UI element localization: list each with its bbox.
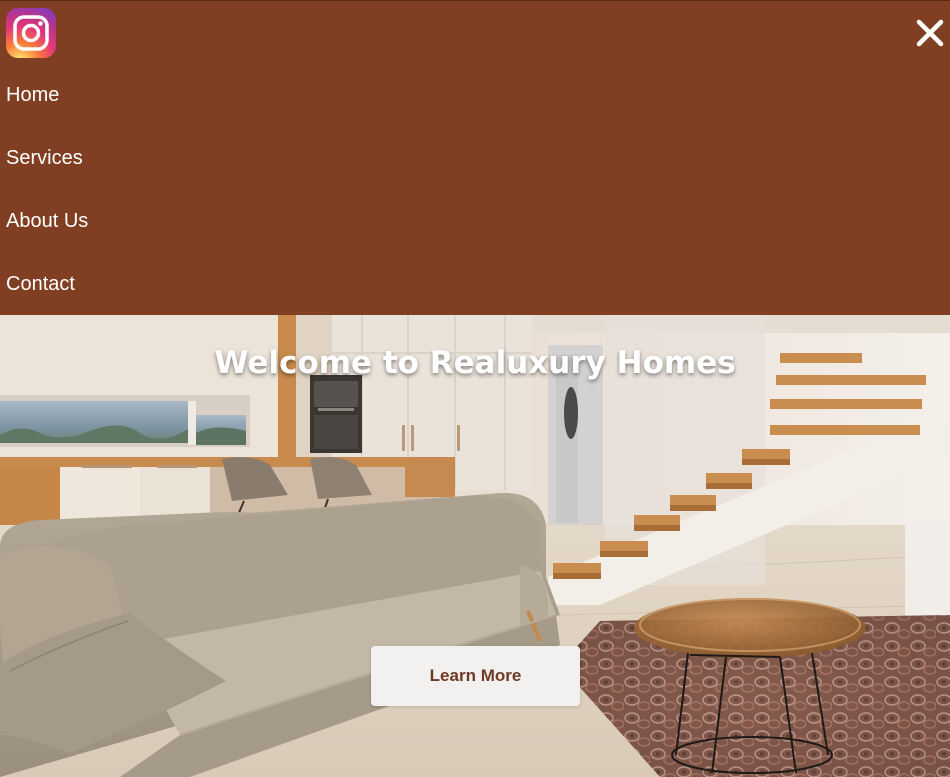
hero-title: Welcome to Realuxury Homes bbox=[214, 345, 736, 381]
close-icon[interactable] bbox=[912, 15, 948, 51]
instagram-glyph bbox=[13, 15, 49, 51]
nav-item-contact[interactable]: Contact bbox=[6, 269, 75, 299]
hero-section: Welcome to Realuxury Homes Learn More bbox=[0, 315, 950, 777]
hero-background-image bbox=[0, 315, 950, 777]
instagram-icon[interactable] bbox=[6, 8, 56, 58]
navigation-menu: Home Services About Us Contact bbox=[0, 0, 950, 315]
learn-more-button[interactable]: Learn More bbox=[371, 646, 580, 706]
nav-item-services[interactable]: Services bbox=[6, 143, 83, 173]
nav-item-about-us[interactable]: About Us bbox=[6, 206, 88, 236]
nav-item-home[interactable]: Home bbox=[6, 80, 59, 110]
